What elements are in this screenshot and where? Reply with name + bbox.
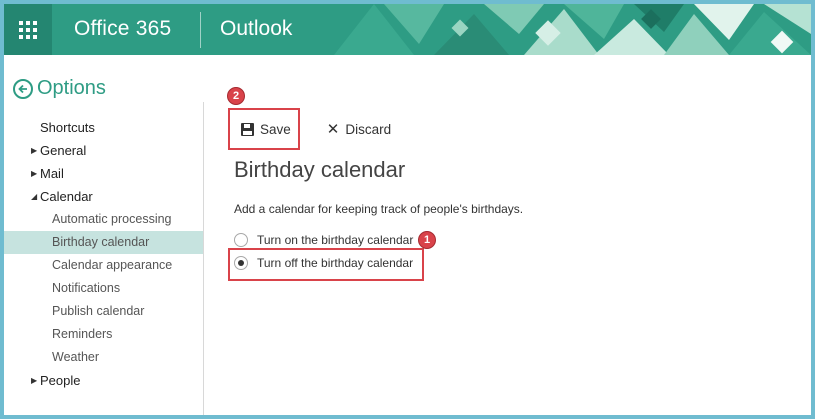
sidebar-item-shortcuts[interactable]: Shortcuts [4, 116, 203, 139]
close-icon: ✕ [326, 121, 340, 138]
sidebar-divider [203, 102, 204, 415]
top-bar: Office 365 Outlook [4, 4, 811, 55]
sidebar-item-mail[interactable]: ▶ Mail [4, 162, 203, 185]
sidebar-item-general[interactable]: ▶ General [4, 139, 203, 162]
app-title[interactable]: Outlook [220, 17, 292, 41]
sidebar-item-birthday-calendar[interactable]: Birthday calendar [4, 231, 203, 254]
sidebar-item-label: Calendar [40, 189, 93, 204]
sidebar-item-label: Weather [52, 350, 100, 364]
app-launcher-button[interactable] [4, 4, 52, 55]
header-pattern [334, 4, 811, 55]
caret-right-icon: ▶ [31, 146, 38, 155]
sidebar-item-label: General [40, 143, 87, 158]
header-divider [200, 12, 201, 48]
sidebar-item-label: Automatic processing [52, 212, 172, 226]
sidebar-item-weather[interactable]: Weather [4, 346, 203, 369]
sidebar-item-label: Reminders [52, 327, 113, 341]
options-back-button[interactable]: Options [13, 77, 106, 100]
options-title: Options [37, 77, 106, 99]
sidebar-item-label: Birthday calendar [52, 235, 150, 249]
page-title: Birthday calendar [234, 157, 406, 182]
sidebar-item-label: Mail [40, 166, 64, 181]
sidebar-item-people[interactable]: ▶ People [4, 369, 203, 392]
sidebar-item-calendar-appearance[interactable]: Calendar appearance [4, 254, 203, 277]
sidebar-item-automatic-processing[interactable]: Automatic processing [4, 208, 203, 231]
page-description: Add a calendar for keeping track of peop… [234, 202, 524, 216]
back-arrow-icon [13, 78, 33, 99]
callout-badge-2: 2 [227, 87, 245, 105]
options-sidebar: Shortcuts ▶ General ▶ Mail ◢ Calendar Automatic… [4, 116, 203, 392]
waffle-icon [19, 20, 37, 39]
callout-badge-1: 1 [418, 231, 436, 249]
save-callout-box [228, 108, 300, 150]
turn-on-radio[interactable] [234, 233, 248, 247]
caret-down-icon: ◢ [31, 192, 38, 201]
turn-off-callout-box [228, 248, 424, 281]
discard-label: Discard [345, 121, 392, 137]
sidebar-item-label: Shortcuts [40, 120, 95, 135]
turn-on-label: Turn on the birthday calendar [257, 233, 414, 247]
sidebar-item-label: Notifications [52, 281, 121, 295]
brand-title[interactable]: Office 365 [74, 17, 171, 41]
discard-button[interactable]: ✕ Discard [327, 114, 391, 144]
sidebar-item-label: Publish calendar [52, 304, 145, 318]
sidebar-item-notifications[interactable]: Notifications [4, 277, 203, 300]
caret-right-icon: ▶ [31, 169, 38, 178]
sidebar-item-calendar[interactable]: ◢ Calendar [4, 185, 203, 208]
sidebar-item-reminders[interactable]: Reminders [4, 323, 203, 346]
sidebar-item-publish-calendar[interactable]: Publish calendar [4, 300, 203, 323]
sidebar-item-label: People [40, 373, 81, 388]
app-frame: Office 365 Outlook Options Shortcuts ▶ G… [4, 4, 811, 415]
turn-on-option[interactable]: Turn on the birthday calendar [234, 233, 413, 247]
sidebar-item-label: Calendar appearance [52, 258, 173, 272]
caret-right-icon: ▶ [31, 376, 38, 385]
